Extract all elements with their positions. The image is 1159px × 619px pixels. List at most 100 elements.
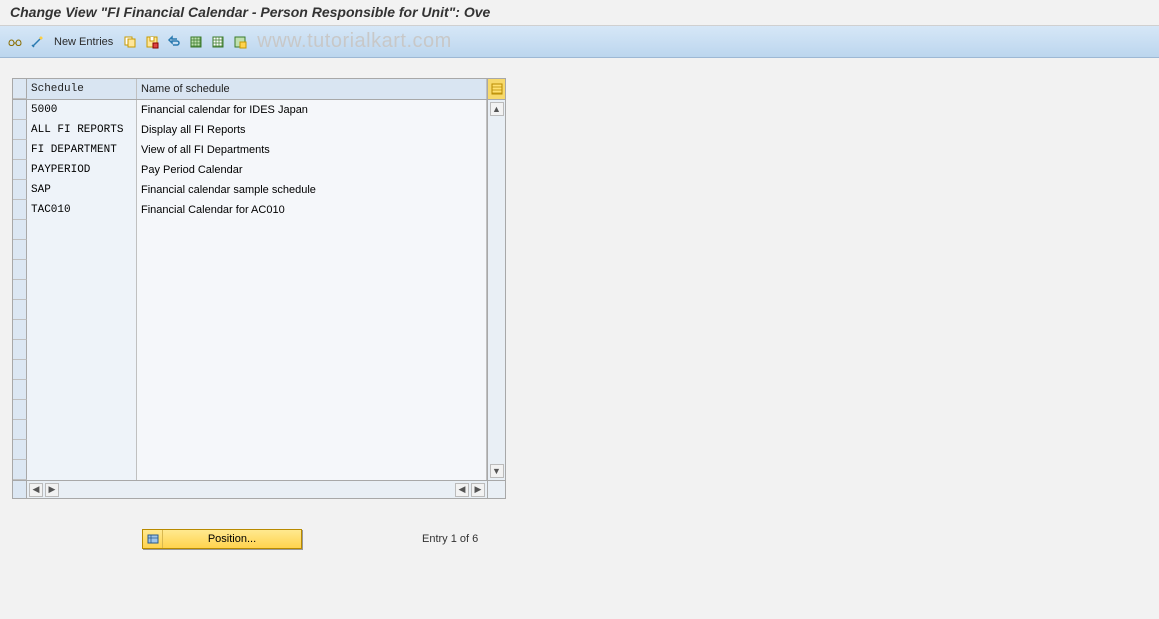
table-row[interactable]: PAYPERIODPay Period Calendar bbox=[13, 160, 487, 180]
wand-icon[interactable] bbox=[28, 33, 46, 51]
cell-name[interactable] bbox=[137, 300, 487, 320]
cell-name[interactable]: Pay Period Calendar bbox=[137, 160, 487, 180]
column-header-schedule[interactable]: Schedule bbox=[27, 79, 137, 99]
table-row[interactable]: SAPFinancial calendar sample schedule bbox=[13, 180, 487, 200]
column-header-name[interactable]: Name of schedule bbox=[137, 79, 487, 99]
row-selector[interactable] bbox=[13, 180, 27, 200]
cell-schedule[interactable] bbox=[27, 460, 137, 480]
table-row-empty[interactable] bbox=[13, 420, 487, 440]
cell-name[interactable] bbox=[137, 400, 487, 420]
table-row[interactable]: ALL FI REPORTSDisplay all FI Reports bbox=[13, 120, 487, 140]
deselect-all-icon[interactable] bbox=[209, 33, 227, 51]
cell-name[interactable]: Financial calendar for IDES Japan bbox=[137, 100, 487, 120]
scroll-right-icon[interactable]: ◀ bbox=[455, 483, 469, 497]
cell-schedule[interactable] bbox=[27, 320, 137, 340]
cell-name[interactable] bbox=[137, 320, 487, 340]
cell-schedule[interactable] bbox=[27, 280, 137, 300]
cell-name[interactable] bbox=[137, 260, 487, 280]
copy-icon[interactable] bbox=[121, 33, 139, 51]
table-row-empty[interactable] bbox=[13, 380, 487, 400]
cell-schedule[interactable]: TAC010 bbox=[27, 200, 137, 220]
cell-schedule[interactable]: FI DEPARTMENT bbox=[27, 140, 137, 160]
cell-name[interactable]: View of all FI Departments bbox=[137, 140, 487, 160]
cell-schedule[interactable] bbox=[27, 400, 137, 420]
row-selector[interactable] bbox=[13, 340, 27, 360]
table-row-empty[interactable] bbox=[13, 260, 487, 280]
cell-schedule[interactable] bbox=[27, 360, 137, 380]
configure-icon[interactable] bbox=[231, 33, 249, 51]
row-selector[interactable] bbox=[13, 320, 27, 340]
table-row-empty[interactable] bbox=[13, 360, 487, 380]
row-selector[interactable] bbox=[13, 420, 27, 440]
save-variant-icon[interactable] bbox=[143, 33, 161, 51]
cell-schedule[interactable]: ALL FI REPORTS bbox=[27, 120, 137, 140]
row-selector[interactable] bbox=[13, 460, 27, 480]
cell-name[interactable] bbox=[137, 340, 487, 360]
scroll-up-icon[interactable]: ▲ bbox=[490, 102, 504, 116]
hscroll-track[interactable]: ◀ ▶ ◀ ▶ bbox=[27, 483, 487, 497]
scroll-left-start-icon[interactable]: ◀ bbox=[29, 483, 43, 497]
cell-name[interactable] bbox=[137, 440, 487, 460]
row-selector[interactable] bbox=[13, 380, 27, 400]
row-selector[interactable] bbox=[13, 360, 27, 380]
cell-schedule[interactable] bbox=[27, 380, 137, 400]
scroll-down-icon[interactable]: ▼ bbox=[490, 464, 504, 478]
undo-icon[interactable] bbox=[165, 33, 183, 51]
cell-name[interactable] bbox=[137, 460, 487, 480]
table-row-empty[interactable] bbox=[13, 280, 487, 300]
row-selector[interactable] bbox=[13, 400, 27, 420]
scroll-right-end-icon[interactable]: ▶ bbox=[471, 483, 485, 497]
row-selector[interactable] bbox=[13, 100, 27, 120]
cell-name[interactable] bbox=[137, 360, 487, 380]
horizontal-scrollbar[interactable]: ◀ ▶ ◀ ▶ bbox=[13, 480, 505, 498]
header-row-selector[interactable] bbox=[13, 79, 27, 99]
cell-name[interactable] bbox=[137, 380, 487, 400]
cell-schedule[interactable] bbox=[27, 420, 137, 440]
row-selector[interactable] bbox=[13, 240, 27, 260]
new-entries-button[interactable]: New Entries bbox=[50, 36, 117, 48]
cell-name[interactable] bbox=[137, 240, 487, 260]
cell-schedule[interactable] bbox=[27, 300, 137, 320]
glasses-icon[interactable] bbox=[6, 33, 24, 51]
cell-name[interactable] bbox=[137, 280, 487, 300]
cell-name[interactable]: Financial calendar sample schedule bbox=[137, 180, 487, 200]
row-selector[interactable] bbox=[13, 440, 27, 460]
row-selector[interactable] bbox=[13, 120, 27, 140]
vertical-scrollbar[interactable]: ▲ ▼ bbox=[487, 100, 505, 480]
row-selector[interactable] bbox=[13, 200, 27, 220]
table-row-empty[interactable] bbox=[13, 400, 487, 420]
table-row[interactable]: TAC010Financial Calendar for AC010 bbox=[13, 200, 487, 220]
cell-name[interactable]: Financial Calendar for AC010 bbox=[137, 200, 487, 220]
cell-schedule[interactable] bbox=[27, 240, 137, 260]
table-row-empty[interactable] bbox=[13, 340, 487, 360]
select-all-icon[interactable] bbox=[187, 33, 205, 51]
table-row-empty[interactable] bbox=[13, 440, 487, 460]
row-selector[interactable] bbox=[13, 280, 27, 300]
cell-schedule[interactable] bbox=[27, 220, 137, 240]
table-row[interactable]: 5000Financial calendar for IDES Japan bbox=[13, 100, 487, 120]
select-columns-icon[interactable] bbox=[487, 79, 505, 99]
row-selector[interactable] bbox=[13, 140, 27, 160]
position-button[interactable]: Position... bbox=[142, 529, 302, 549]
table-row[interactable]: FI DEPARTMENTView of all FI Departments bbox=[13, 140, 487, 160]
table-row-empty[interactable] bbox=[13, 320, 487, 340]
cell-name[interactable] bbox=[137, 420, 487, 440]
cell-schedule[interactable]: PAYPERIOD bbox=[27, 160, 137, 180]
cell-name[interactable] bbox=[137, 220, 487, 240]
scroll-left-icon[interactable]: ▶ bbox=[45, 483, 59, 497]
row-selector[interactable] bbox=[13, 220, 27, 240]
cell-schedule[interactable] bbox=[27, 260, 137, 280]
cell-schedule[interactable]: SAP bbox=[27, 180, 137, 200]
table-row-empty[interactable] bbox=[13, 460, 487, 480]
cell-schedule[interactable] bbox=[27, 440, 137, 460]
table-row-empty[interactable] bbox=[13, 220, 487, 240]
row-selector[interactable] bbox=[13, 160, 27, 180]
watermark-text: www.tutorialkart.com bbox=[257, 30, 452, 53]
table-row-empty[interactable] bbox=[13, 300, 487, 320]
row-selector[interactable] bbox=[13, 300, 27, 320]
cell-name[interactable]: Display all FI Reports bbox=[137, 120, 487, 140]
table-row-empty[interactable] bbox=[13, 240, 487, 260]
cell-schedule[interactable]: 5000 bbox=[27, 100, 137, 120]
row-selector[interactable] bbox=[13, 260, 27, 280]
cell-schedule[interactable] bbox=[27, 340, 137, 360]
